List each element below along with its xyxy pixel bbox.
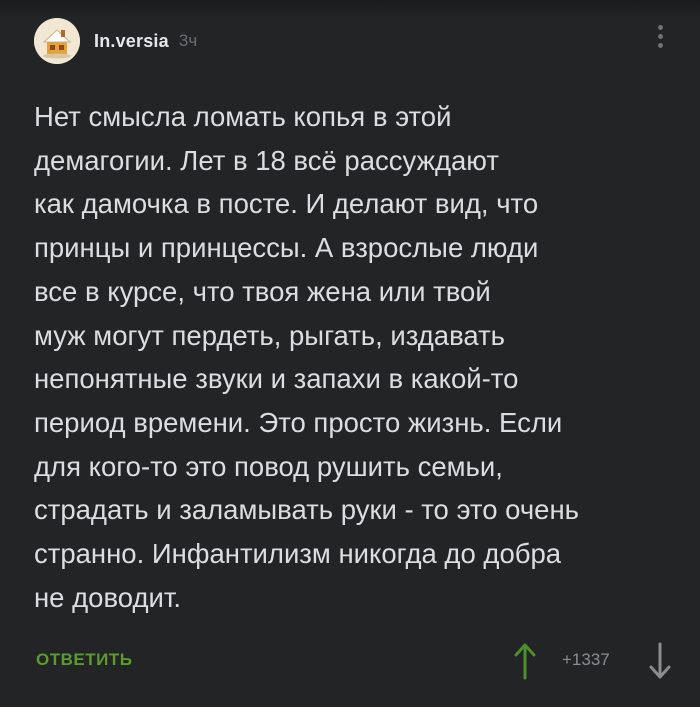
house-avatar-icon (34, 18, 80, 64)
arrow-down-icon (649, 642, 671, 679)
rating-count: +1337 (562, 650, 610, 669)
more-vertical-icon (657, 24, 663, 30)
more-dot (657, 33, 663, 39)
downvote-button[interactable] (646, 640, 674, 680)
more-options-button[interactable] (646, 18, 674, 54)
avatar[interactable] (34, 18, 80, 64)
more-dot (657, 42, 663, 48)
comment-footer: ОТВЕТИТЬ +1337 (34, 638, 674, 682)
comment-time: 3ч (178, 31, 198, 50)
author-username[interactable]: In.versia (94, 31, 169, 52)
comment-text: Нет смысла ломать копья в этой демагогии… (34, 101, 579, 613)
comment-header: In.versia 3ч (34, 17, 197, 65)
arrow-up-icon (514, 643, 536, 680)
upvote-button[interactable] (511, 640, 539, 680)
reply-button[interactable]: ОТВЕТИТЬ (36, 650, 132, 670)
top-shadow (0, 0, 700, 16)
